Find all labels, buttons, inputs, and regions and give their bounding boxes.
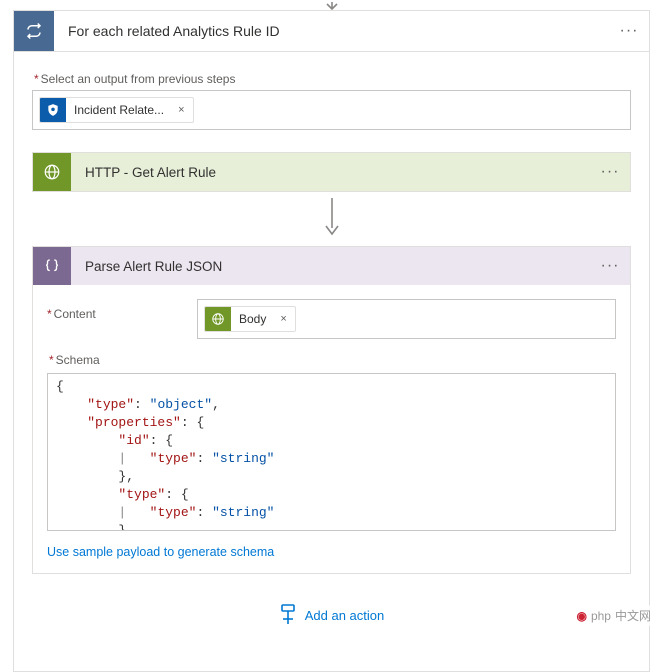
add-action-icon — [279, 604, 297, 626]
http-card-title: HTTP - Get Alert Rule — [71, 165, 590, 180]
watermark-logo: ◉ — [576, 609, 586, 623]
required-indicator: * — [49, 353, 54, 367]
schema-label: *Schema — [49, 353, 616, 367]
http-card-header[interactable]: HTTP - Get Alert Rule ··· — [33, 153, 630, 191]
foreach-output-label: *Select an output from previous steps — [34, 72, 631, 86]
add-action-label: Add an action — [305, 608, 385, 623]
parse-json-card: Parse Alert Rule JSON ··· *Content — [32, 246, 631, 574]
watermark: ◉ php 中文网 — [570, 605, 657, 626]
globe-icon — [205, 306, 231, 332]
globe-icon — [33, 153, 71, 191]
token-label: Body — [231, 312, 272, 326]
foreach-loop-icon — [14, 11, 54, 51]
content-input[interactable]: Body × — [197, 299, 616, 339]
generate-schema-link[interactable]: Use sample payload to generate schema — [47, 545, 274, 559]
connector-arrow — [32, 192, 631, 238]
token-remove-button[interactable]: × — [272, 313, 294, 325]
foreach-more-button[interactable]: ··· — [609, 22, 649, 40]
token-remove-button[interactable]: × — [170, 104, 192, 116]
add-action-button[interactable]: Add an action — [279, 604, 385, 626]
token-label: Incident Relate... — [66, 103, 170, 117]
parse-json-title: Parse Alert Rule JSON — [71, 259, 590, 274]
required-indicator: * — [47, 307, 52, 321]
parse-json-more-button[interactable]: ··· — [590, 257, 630, 275]
watermark-brand: php — [591, 609, 611, 623]
incoming-connector-arrow — [0, 0, 663, 10]
required-indicator: * — [34, 72, 39, 86]
shield-icon — [40, 97, 66, 123]
add-action-row: Add an action — [32, 574, 631, 647]
watermark-text: 中文网 — [615, 607, 651, 624]
foreach-card: For each related Analytics Rule ID ··· *… — [13, 10, 650, 672]
http-action-card: HTTP - Get Alert Rule ··· — [32, 152, 631, 192]
braces-icon — [33, 247, 71, 285]
content-label: *Content — [47, 307, 187, 321]
foreach-output-input[interactable]: Incident Relate... × — [32, 90, 631, 130]
foreach-header[interactable]: For each related Analytics Rule ID ··· — [14, 11, 649, 51]
token-body[interactable]: Body × — [204, 306, 296, 332]
schema-textarea[interactable]: { "type": "object", "properties": { "id"… — [47, 373, 616, 531]
parse-json-header[interactable]: Parse Alert Rule JSON ··· — [33, 247, 630, 285]
foreach-title: For each related Analytics Rule ID — [54, 23, 609, 39]
http-card-more-button[interactable]: ··· — [590, 163, 630, 181]
token-incident-related[interactable]: Incident Relate... × — [39, 97, 194, 123]
foreach-body: *Select an output from previous steps In… — [14, 51, 649, 671]
parse-json-body: *Content Body × — [33, 285, 630, 573]
